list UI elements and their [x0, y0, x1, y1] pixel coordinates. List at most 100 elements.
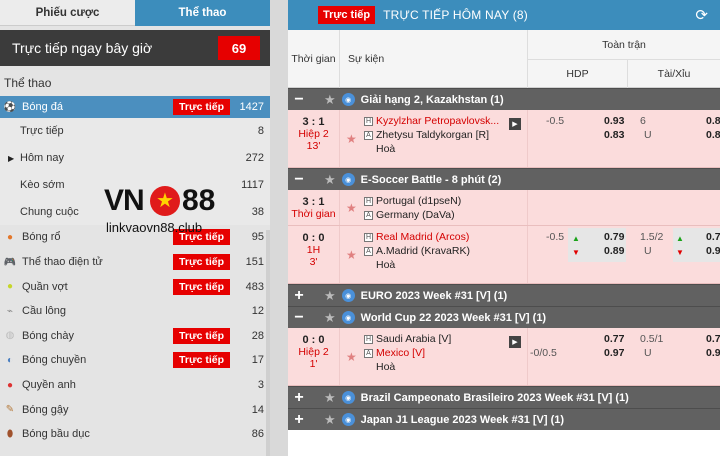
sport-item-label: Cầu lông: [22, 305, 67, 318]
home-team: H Kyzylzhar Petropavlovsk...: [364, 115, 499, 127]
away-team: A Germany (DaVa): [364, 209, 455, 221]
away-team: A Zhetysu Taldykorgan [R]: [364, 129, 489, 141]
live-stream-icon[interactable]: ▶: [509, 118, 521, 130]
ou-over-odds[interactable]: 0.7: [706, 231, 720, 243]
hdp-away-odds[interactable]: 0.89: [604, 245, 624, 257]
sport-item[interactable]: ⬮ Bóng bầu dục 86: [0, 422, 270, 447]
live-badge[interactable]: Trực tiếp: [173, 278, 230, 295]
live-stream-icon[interactable]: ▶: [509, 336, 521, 348]
hdp-away-odds[interactable]: 0.83: [604, 129, 624, 141]
match-event[interactable]: ★ H Portugal (d1pseN) A Germany (DaVa): [340, 190, 528, 225]
favorite-star-icon[interactable]: ★: [324, 390, 336, 406]
refresh-icon[interactable]: ⟳: [695, 6, 708, 24]
header-event: Sự kiện: [340, 30, 528, 88]
home-team-name: Kyzylzhar Petropavlovsk...: [376, 115, 500, 127]
vn88-watermark-logo: VN ★ 88 linkvaovn88.club: [104, 184, 228, 240]
hdp-line: -0.5: [546, 231, 565, 243]
favorite-star-icon[interactable]: ★: [324, 288, 336, 304]
favorite-star-icon[interactable]: ★: [324, 92, 336, 108]
favorite-star-icon[interactable]: ★: [346, 350, 357, 364]
home-tag-icon: H: [364, 232, 373, 242]
hdp-home-odds[interactable]: 0.79: [604, 231, 624, 243]
sidebar-scrollbar[interactable]: [266, 230, 270, 456]
favorite-star-icon[interactable]: ★: [324, 310, 336, 326]
sport-item-count: 1427: [239, 101, 264, 113]
hdp-away-odds[interactable]: 0.97: [604, 347, 624, 359]
shuttlecock-icon: ⌁: [6, 305, 14, 317]
sport-item[interactable]: 🎮 Thể thao điện tử Trực tiếp 151: [0, 250, 270, 275]
match-event[interactable]: ★ H Kyzylzhar Petropavlovsk... A Zhetysu Tal…: [340, 110, 528, 167]
favorite-star-icon[interactable]: ★: [346, 132, 357, 146]
favorite-star-icon[interactable]: ★: [324, 412, 336, 428]
league-header[interactable]: + ★ ◉ Japan J1 League 2023 Week #31 [V] (1): [288, 408, 720, 430]
ou-under-odds[interactable]: 0.8: [706, 129, 720, 141]
match-event[interactable]: ★ H Saudi Arabia [V] A Mexico [V] Hoà ▶: [340, 328, 528, 385]
match-event[interactable]: ★ H Real Madrid (Arcos) A A.Madrid (KravaRK)…: [340, 226, 528, 283]
league-header[interactable]: − ★ ◉ E-Soccer Battle - 8 phút (2): [288, 168, 720, 190]
sport-item[interactable]: Trực tiếp 8: [0, 118, 270, 145]
header-over-under: Tài/Xỉu: [657, 68, 691, 80]
collapse-icon[interactable]: −: [288, 171, 310, 189]
sport-item-label: Trực tiếp: [20, 125, 64, 138]
home-tag-icon: H: [364, 334, 373, 344]
live-badge[interactable]: Trực tiếp: [173, 254, 230, 271]
sport-item[interactable]: ● Quyền anh 3: [0, 373, 270, 398]
league-name: Japan J1 League 2023 Week #31 [V] (1): [360, 413, 565, 426]
sport-item[interactable]: ⚽ Bóng đá Trực tiếp 1427: [0, 96, 270, 118]
sport-item[interactable]: ⌁ Cầu lông 12: [0, 299, 270, 324]
favorite-star-icon[interactable]: ★: [346, 201, 357, 215]
live-badge[interactable]: Trực tiếp: [173, 352, 230, 369]
sport-item-label: Quần vợt: [22, 280, 68, 293]
live-badge[interactable]: Trực tiếp: [173, 327, 230, 344]
live-badge[interactable]: Trực tiếp: [173, 99, 230, 115]
odds-down-icon: ▼: [676, 248, 684, 257]
away-team-name: Mexico [V]: [376, 347, 426, 359]
tab-bet-slip[interactable]: Phiếu cược: [0, 0, 135, 26]
hdp-home-odds[interactable]: 0.77: [604, 333, 624, 345]
sport-item-count: 151: [245, 256, 264, 269]
section-title-sports: Thể thao: [4, 76, 52, 90]
league-header[interactable]: − ★ ◉ World Cup 22 2023 Week #31 [V] (1): [288, 306, 720, 328]
league-name: EURO 2023 Week #31 [V] (1): [360, 289, 508, 302]
match-odds: -0.5 0.93 0.83 6 U 0.8 0.8: [528, 110, 720, 167]
sport-item-count: 272: [245, 152, 264, 165]
collapse-icon[interactable]: −: [288, 91, 310, 109]
sidebar: Phiếu cược Thể thao Trực tiếp ngay bây g…: [0, 0, 270, 456]
sport-list: ⚽ Bóng đá Trực tiếp 1427 Trực tiếp 8 ▶ Hôm nay 2…: [0, 96, 270, 447]
sport-item-count: 3: [257, 379, 264, 392]
live-now-banner[interactable]: Trực tiếp ngay bây giờ 69: [0, 30, 270, 66]
sport-item-label: Quyền anh: [22, 379, 76, 392]
expand-icon[interactable]: +: [288, 389, 310, 407]
cricket-icon: ✎: [5, 404, 15, 416]
sport-item[interactable]: ✎ Bóng gậy 14: [0, 397, 270, 422]
league-flag-icon: ◉: [341, 413, 355, 426]
ou-under-odds[interactable]: 0.9: [706, 245, 720, 257]
sport-item[interactable]: ● Quần vợt Trực tiếp 483: [0, 274, 270, 299]
league-name: Giải hạng 2, Kazakhstan (1): [360, 93, 504, 106]
league-header[interactable]: + ★ ◉ Brazil Campeonato Brasileiro 2023 Wee…: [288, 386, 720, 408]
league-header[interactable]: − ★ ◉ Giải hạng 2, Kazakhstan (1): [288, 88, 720, 110]
collapse-icon[interactable]: −: [288, 309, 310, 327]
expand-icon[interactable]: +: [288, 287, 310, 305]
star-icon: ★: [150, 186, 180, 216]
sport-item[interactable]: ▶ Hôm nay 272: [0, 144, 270, 172]
draw-label: Hoà: [376, 361, 396, 373]
favorite-star-icon[interactable]: ★: [346, 248, 357, 262]
ou-over-odds[interactable]: 0.7: [706, 333, 720, 345]
sport-item[interactable]: ◍ Bóng chày Trực tiếp 28: [0, 324, 270, 349]
ou-under-odds[interactable]: 0.9: [706, 347, 720, 359]
home-team: H Portugal (d1pseN): [364, 195, 461, 207]
expand-icon[interactable]: +: [288, 411, 310, 429]
tab-sports[interactable]: Thể thao: [135, 0, 270, 26]
away-team: A Mexico [V]: [364, 347, 425, 359]
sport-item-label: Bóng chày: [22, 329, 74, 342]
sport-item-count: 483: [245, 280, 264, 293]
sport-item-count: 95: [251, 231, 264, 244]
hdp-home-odds[interactable]: 0.93: [604, 115, 624, 127]
league-header[interactable]: + ★ ◉ EURO 2023 Week #31 [V] (1): [288, 284, 720, 306]
ou-over-odds[interactable]: 0.8: [706, 115, 720, 127]
match-minute: 13': [306, 140, 321, 152]
favorite-star-icon[interactable]: ★: [324, 172, 336, 188]
sport-item[interactable]: ◐ Bóng chuyền Trực tiếp 17: [0, 348, 270, 373]
draw-label: Hoà: [376, 259, 396, 271]
